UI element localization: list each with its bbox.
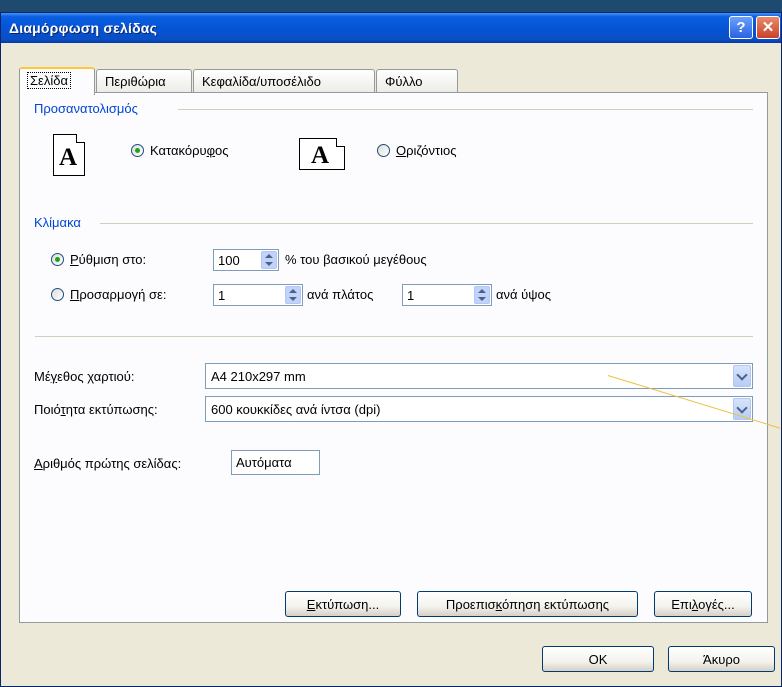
ok-button[interactable]: OK: [542, 646, 654, 672]
adjust-to-label[interactable]: Ρύθμιση στο:: [70, 252, 146, 267]
first-page-input[interactable]: Αυτόματα: [231, 450, 320, 475]
tab-margins-label: Περιθώρια: [105, 74, 166, 89]
first-page-label: Αριθμός πρώτης σελίδας:: [34, 456, 182, 471]
dialog-title: Διαμόρφωση σελίδας: [9, 20, 158, 36]
options-button[interactable]: Επιλογές...: [654, 591, 752, 617]
fit-tall-input[interactable]: 1: [402, 284, 492, 306]
adjust-percent-spinner[interactable]: [261, 251, 277, 269]
adjust-to-radio[interactable]: [51, 253, 64, 266]
tab-header-footer-label: Κεφαλίδα/υποσέλιδο: [202, 74, 321, 89]
print-button[interactable]: Εκτύπωση...: [285, 591, 401, 617]
tab-panel-page: Προσανατολισμός A Κατακόρυφος A Οριζόντι…: [19, 92, 768, 623]
tab-page[interactable]: Σελίδα: [19, 67, 95, 95]
fit-tall-spinner[interactable]: [474, 286, 490, 304]
tab-page-label: Σελίδα: [27, 72, 71, 89]
adjust-percent-input[interactable]: 100: [213, 249, 279, 271]
fit-tall-suffix: ανά ύψος: [496, 287, 552, 302]
print-quality-label: Ποιότητα εκτύπωσης:: [34, 402, 158, 417]
paper-size-label: Μέγεθος χαρτιού:: [34, 369, 135, 384]
landscape-radio[interactable]: [377, 144, 390, 157]
print-quality-select[interactable]: 600 κουκκίδες ανά ίντσα (dpi): [205, 396, 753, 422]
title-bar[interactable]: Διαμόρφωση σελίδας ? ✕: [1, 13, 781, 43]
orientation-group-line: [178, 109, 753, 110]
close-button[interactable]: ✕: [756, 16, 780, 39]
adjust-percent-suffix: % του βασικού μεγέθους: [285, 252, 427, 267]
scaling-group-label: Κλίμακα: [34, 215, 81, 230]
orientation-group-label: Προσανατολισμός: [34, 101, 138, 116]
portrait-label[interactable]: Κατακόρυφος: [150, 143, 229, 158]
tab-sheet[interactable]: Φύλλο: [376, 69, 458, 93]
close-icon: ✕: [761, 19, 775, 36]
fit-to-radio[interactable]: [51, 288, 64, 301]
landscape-label[interactable]: Οριζόντιος: [396, 143, 457, 158]
fit-to-label[interactable]: Προσαρμογή σε:: [70, 287, 166, 302]
help-button[interactable]: ?: [729, 16, 753, 39]
tab-margins[interactable]: Περιθώρια: [96, 69, 192, 93]
fit-wide-suffix: ανά πλάτος: [307, 287, 374, 302]
print-preview-button[interactable]: Προεπισκόπηση εκτύπωσης: [417, 591, 638, 617]
cancel-button[interactable]: Άκυρο: [668, 646, 775, 672]
fit-wide-spinner[interactable]: [285, 286, 301, 304]
portrait-radio[interactable]: [131, 144, 144, 157]
help-icon: ?: [736, 19, 746, 36]
tab-sheet-label: Φύλλο: [385, 74, 423, 89]
paper-size-dropdown-icon[interactable]: [733, 365, 751, 387]
section-divider: [35, 336, 753, 337]
portrait-page-icon: A: [53, 134, 85, 176]
scaling-group-line: [100, 223, 753, 224]
paper-size-select[interactable]: A4 210x297 mm: [205, 363, 753, 389]
page-setup-dialog: Διαμόρφωση σελίδας ? ✕ Σελίδα Περιθώρια …: [0, 12, 782, 687]
fit-wide-input[interactable]: 1: [213, 284, 303, 306]
tab-header-footer[interactable]: Κεφαλίδα/υποσέλιδο: [193, 69, 375, 93]
landscape-page-icon: A: [299, 138, 345, 170]
